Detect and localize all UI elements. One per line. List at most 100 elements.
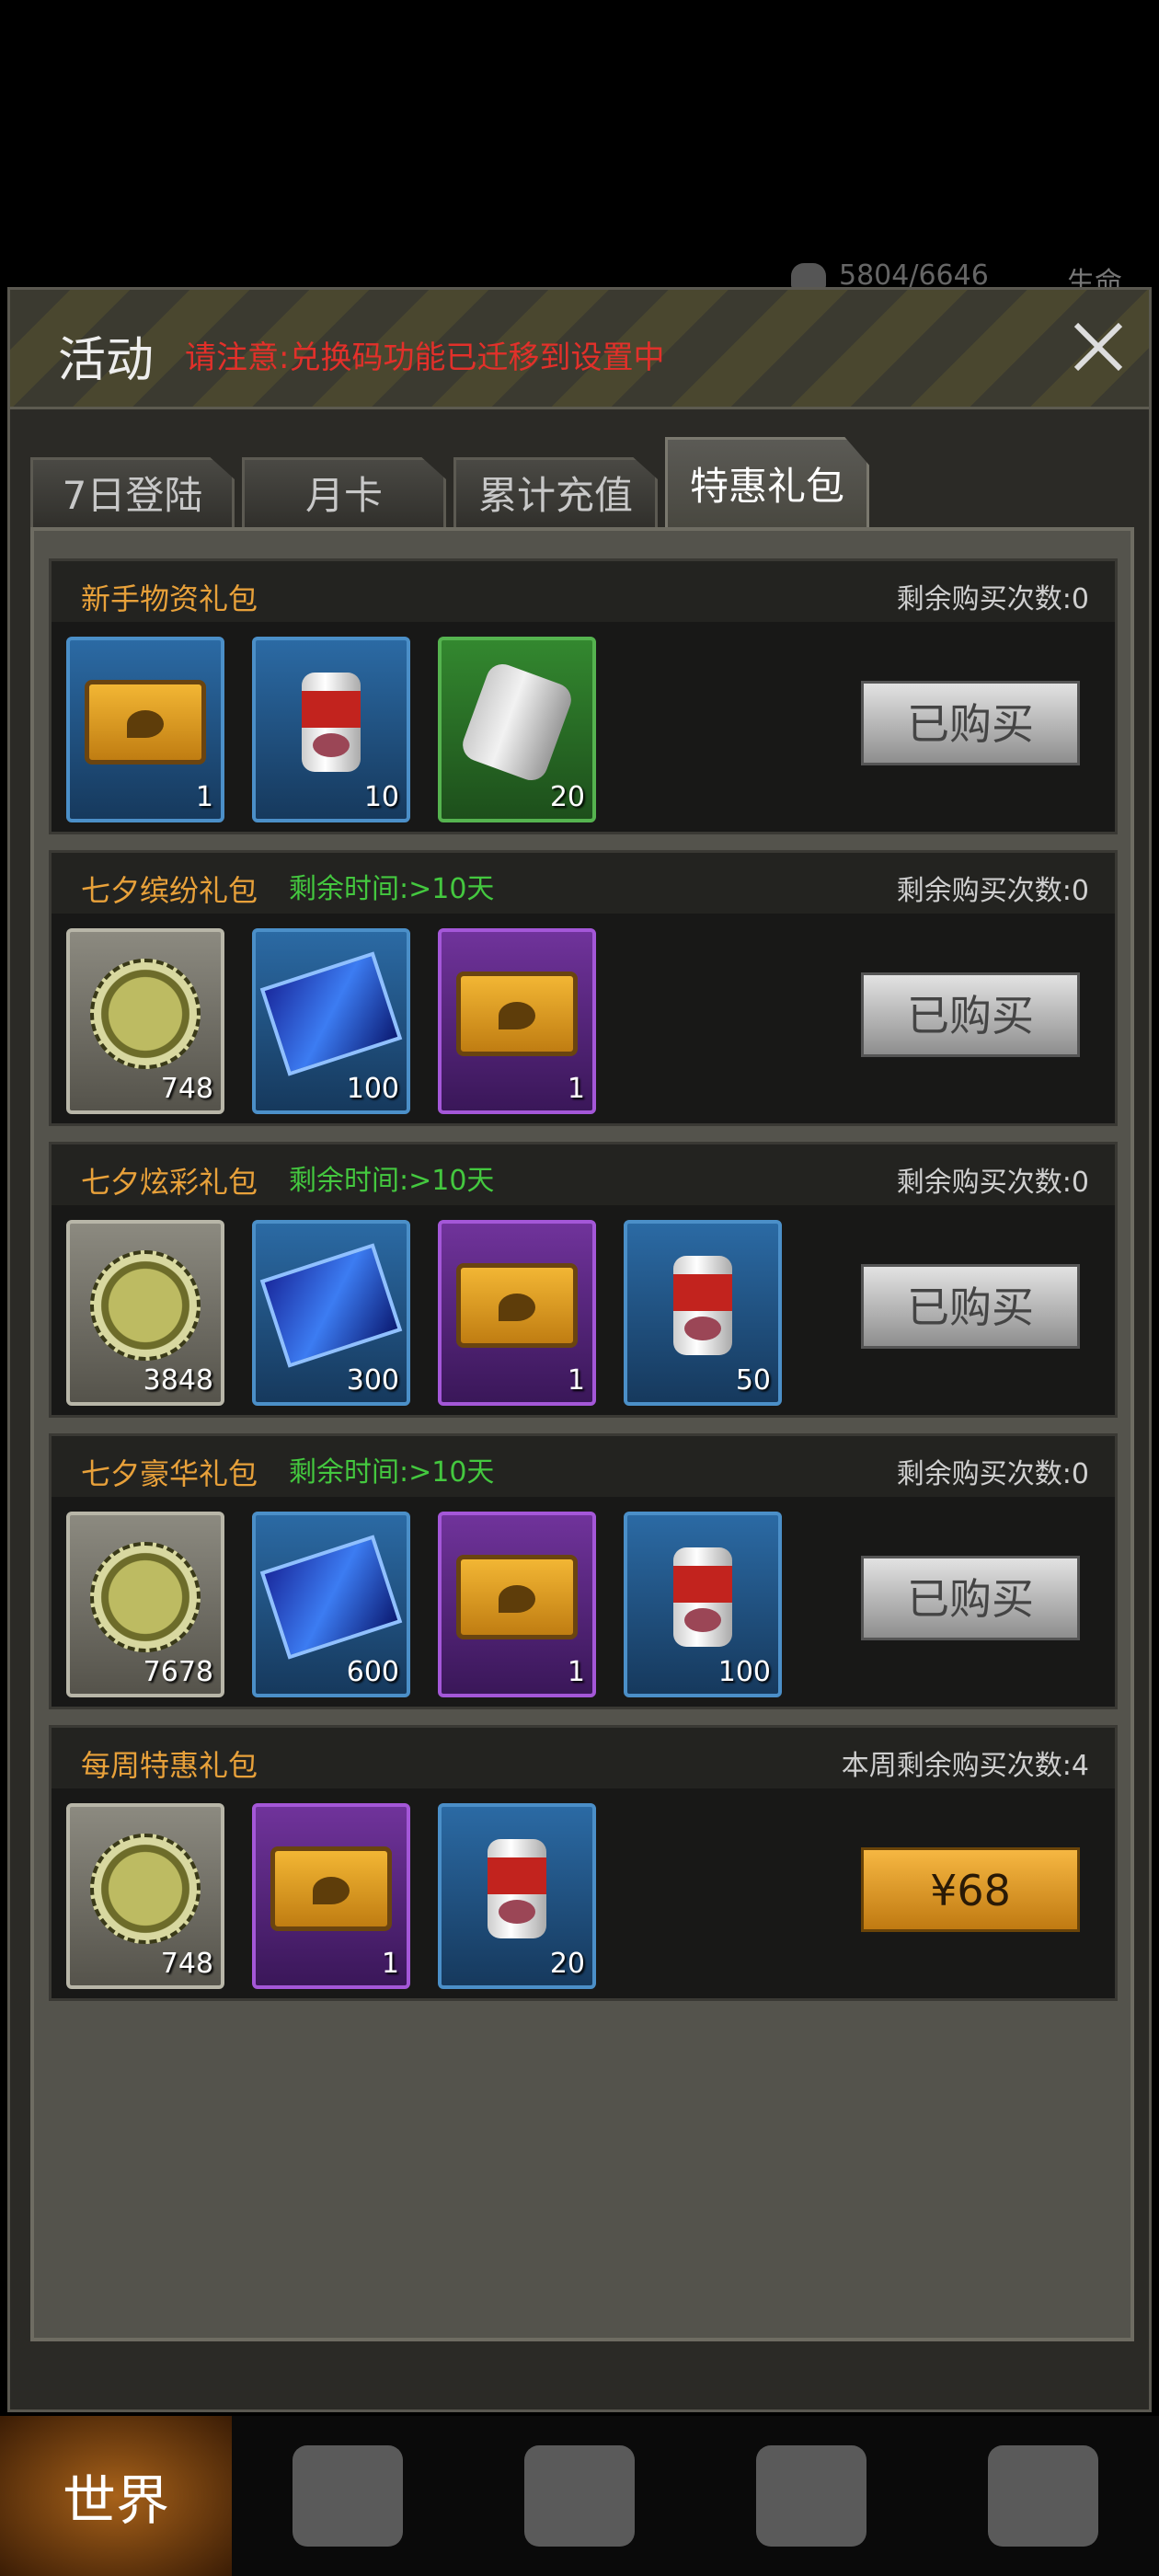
pack-remaining-count: 本周剩余购买次数:4	[841, 1750, 1089, 1782]
buy-button[interactable]: ¥68	[861, 1847, 1080, 1932]
pack-header: 新手物资礼包 剩余购买次数:0	[52, 561, 1115, 622]
gift-pack: 七夕豪华礼包 剩余时间:>10天 剩余购买次数:0 7678 600 1 100 已购买	[49, 1433, 1118, 1709]
nav-label: 世界	[62, 2469, 169, 2532]
pack-items: 3848 300 1 50	[66, 1220, 782, 1406]
bottle-cap-icon	[90, 1250, 201, 1362]
pack-header: 每周特惠礼包 本周剩余购买次数:4	[52, 1728, 1115, 1788]
item-slot[interactable]: 1	[438, 1220, 596, 1406]
bandage-icon	[458, 660, 576, 786]
pack-name: 七夕豪华礼包	[81, 1456, 258, 1491]
bottom-nav: 世界	[0, 2416, 1159, 2576]
pack-name: 七夕炫彩礼包	[81, 1165, 258, 1200]
pack-remaining-count: 剩余购买次数:0	[896, 1458, 1089, 1490]
bottle-cap-icon	[90, 1834, 201, 1945]
item-slot[interactable]: 20	[438, 1803, 596, 1989]
item-count: 1	[381, 1948, 399, 1980]
item-slot[interactable]: 10	[252, 637, 410, 822]
item-slot[interactable]: 1	[66, 637, 224, 822]
item-slot[interactable]: 748	[66, 1803, 224, 1989]
meat-can-icon	[673, 1256, 732, 1356]
tab-0[interactable]: 7日登陆	[30, 457, 235, 531]
crate-icon	[456, 972, 578, 1057]
item-count: 100	[717, 1656, 771, 1688]
crate-icon	[85, 680, 206, 765]
pack-items: 7678 600 1 100	[66, 1512, 782, 1697]
item-slot[interactable]: 100	[624, 1512, 782, 1697]
gift-pack: 每周特惠礼包 本周剩余购买次数:4 748 1 20 ¥68	[49, 1725, 1118, 2001]
shopping-cart-icon	[988, 2445, 1098, 2547]
item-slot[interactable]: 50	[624, 1220, 782, 1406]
item-count: 748	[160, 1073, 213, 1105]
crate-icon	[270, 1846, 392, 1932]
item-slot[interactable]: 1	[252, 1803, 410, 1989]
nav-building[interactable]	[695, 2416, 927, 2576]
nav-character[interactable]	[464, 2416, 695, 2576]
crate-icon	[456, 1263, 578, 1349]
dialog-title: 活动	[58, 333, 155, 388]
meat-can-icon	[673, 1547, 732, 1648]
item-count: 748	[160, 1948, 213, 1980]
pack-remaining-count: 剩余购买次数:0	[896, 583, 1089, 615]
gift-pack: 七夕炫彩礼包 剩余时间:>10天 剩余购买次数:0 3848 300 1 50 已购买	[49, 1142, 1118, 1418]
item-count: 600	[346, 1656, 399, 1688]
notice-text: 请注意:兑换码功能已迁移到设置中	[185, 339, 665, 376]
purchased-button[interactable]: 已购买	[861, 681, 1080, 765]
qixi-card-icon	[259, 1243, 403, 1368]
pack-remaining-count: 剩余购买次数:0	[896, 875, 1089, 907]
building-icon	[756, 2445, 866, 2547]
pack-name: 每周特惠礼包	[81, 1748, 258, 1783]
item-slot[interactable]: 1	[438, 928, 596, 1114]
item-count: 10	[363, 781, 399, 813]
dialog-title-bar: 活动 请注意:兑换码功能已迁移到设置中	[10, 290, 1149, 409]
item-slot[interactable]: 7678	[66, 1512, 224, 1697]
item-count: 20	[549, 781, 585, 813]
tab-3[interactable]: 特惠礼包	[665, 437, 869, 531]
pack-remaining-count: 剩余购买次数:0	[896, 1167, 1089, 1199]
qixi-card-icon	[259, 951, 403, 1076]
close-icon[interactable]	[1061, 310, 1134, 384]
crate-icon	[456, 1555, 578, 1640]
item-slot[interactable]: 20	[438, 637, 596, 822]
purchased-button[interactable]: 已购买	[861, 972, 1080, 1057]
item-count: 1	[195, 781, 213, 813]
gift-pack: 新手物资礼包 剩余购买次数:0 1 10 20 已购买	[49, 558, 1118, 834]
item-count: 20	[549, 1948, 585, 1980]
item-count: 50	[735, 1364, 771, 1397]
tab-1[interactable]: 月卡	[242, 457, 446, 531]
pack-header: 七夕炫彩礼包 剩余时间:>10天 剩余购买次数:0	[52, 1144, 1115, 1205]
meat-can-icon	[488, 1839, 546, 1939]
purchased-button[interactable]: 已购买	[861, 1556, 1080, 1640]
gift-pack: 七夕缤纷礼包 剩余时间:>10天 剩余购买次数:0 748 100 1 已购买	[49, 850, 1118, 1126]
item-slot[interactable]: 3848	[66, 1220, 224, 1406]
meat-can-icon	[302, 673, 361, 773]
nav-shopping-cart[interactable]	[927, 2416, 1159, 2576]
backpack-icon	[293, 2445, 403, 2547]
pack-list: 新手物资礼包 剩余购买次数:0 1 10 20 已购买 七夕缤纷礼包 剩余时间:>10天 剩余购…	[30, 527, 1134, 2341]
item-slot[interactable]: 748	[66, 928, 224, 1114]
bottle-cap-icon	[90, 959, 201, 1070]
nav-backpack[interactable]	[232, 2416, 464, 2576]
qixi-card-icon	[259, 1535, 403, 1660]
nav-globe[interactable]: 世界	[0, 2416, 232, 2576]
pack-items: 748 100 1	[66, 928, 596, 1114]
tab-2[interactable]: 累计充值	[453, 457, 658, 531]
pack-timer: 剩余时间:>10天	[289, 1456, 495, 1489]
item-count: 1	[567, 1364, 585, 1397]
character-icon	[524, 2445, 635, 2547]
bottle-cap-icon	[90, 1542, 201, 1653]
item-slot[interactable]: 300	[252, 1220, 410, 1406]
item-slot[interactable]: 600	[252, 1512, 410, 1697]
item-count: 1	[567, 1073, 585, 1105]
pack-header: 七夕豪华礼包 剩余时间:>10天 剩余购买次数:0	[52, 1436, 1115, 1497]
activity-dialog: 活动 请注意:兑换码功能已迁移到设置中 7日登陆 月卡 累计充值 特惠礼包 新手物资礼…	[7, 287, 1152, 2412]
brain-icon	[791, 262, 826, 289]
pack-name: 七夕缤纷礼包	[81, 873, 258, 908]
item-slot[interactable]: 1	[438, 1512, 596, 1697]
item-slot[interactable]: 100	[252, 928, 410, 1114]
pack-name: 新手物资礼包	[81, 581, 258, 616]
item-count: 1	[567, 1656, 585, 1688]
purchased-button[interactable]: 已购买	[861, 1264, 1080, 1349]
pack-items: 1 10 20	[66, 637, 596, 822]
tab-bar: 7日登陆 月卡 累计充值 特惠礼包	[30, 437, 869, 531]
pack-header: 七夕缤纷礼包 剩余时间:>10天 剩余购买次数:0	[52, 853, 1115, 914]
